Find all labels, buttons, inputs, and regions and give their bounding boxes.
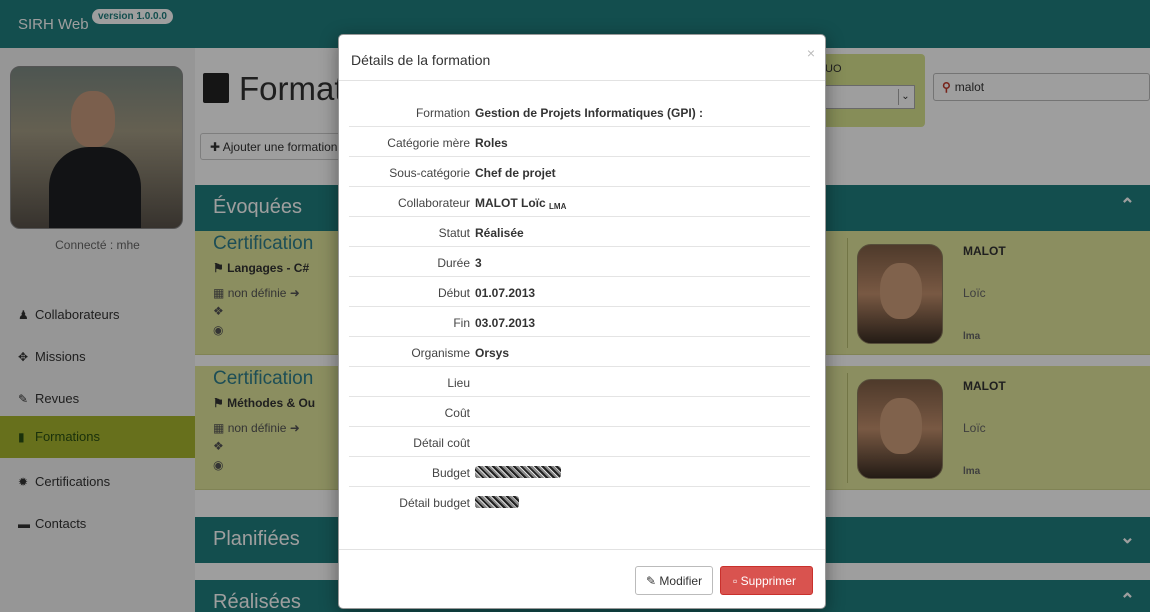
detail-label: Coût [444, 406, 470, 420]
redacted-value [475, 496, 519, 508]
detail-label: Détail budget [399, 496, 470, 510]
detail-row-detail-budget: Détail budget [349, 487, 810, 517]
modal-title: Détails de la formation [351, 52, 491, 68]
detail-row-organisme: Organisme Orsys [349, 337, 810, 367]
detail-value: Réalisée [475, 226, 524, 240]
detail-label: Début [437, 286, 470, 300]
detail-label: Sous-catégorie [389, 166, 470, 180]
detail-row-sous-categorie: Sous-catégorie Chef de projet [349, 157, 810, 187]
detail-label: Catégorie mère [387, 136, 470, 150]
detail-value: 01.07.2013 [475, 286, 536, 300]
collaborator-tag: LMA [549, 202, 567, 211]
detail-row-duree: Durée 3 [349, 247, 810, 277]
delete-button[interactable]: ▫ Supprimer [720, 566, 813, 595]
collaborator-fullname: MALOT Loïc [475, 196, 546, 210]
detail-value: Gestion de Projets Informatiques (GPI) : [475, 106, 704, 120]
detail-value: MALOT Loïc LMA [475, 196, 566, 211]
detail-value: Chef de projet [475, 166, 556, 180]
trash-icon: ▫ [733, 574, 738, 588]
detail-row-fin: Fin 03.07.2013 [349, 307, 810, 337]
detail-row-debut: Début 01.07.2013 [349, 277, 810, 307]
detail-label: Détail coût [413, 436, 470, 450]
detail-row-statut: Statut Réalisée [349, 217, 810, 247]
detail-value: Orsys [475, 346, 510, 360]
detail-row-collaborateur: Collaborateur MALOT Loïc LMA [349, 187, 810, 217]
detail-row-cout: Coût [349, 397, 810, 427]
formation-details-modal: Détails de la formation × Formation Gest… [338, 34, 826, 609]
detail-row-categorie-mere: Catégorie mère Roles [349, 127, 810, 157]
detail-value: Roles [475, 136, 508, 150]
detail-label: Budget [431, 466, 470, 480]
detail-label: Organisme [411, 346, 470, 360]
detail-label: Formation [415, 106, 470, 120]
modify-button[interactable]: ✎ Modifier [635, 566, 713, 595]
detail-value: 03.07.2013 [475, 316, 536, 330]
detail-row-budget: Budget [349, 457, 810, 487]
detail-label: Collaborateur [397, 196, 470, 210]
detail-value: 3 [475, 256, 482, 270]
close-icon[interactable]: × [807, 45, 815, 61]
detail-label: Durée [437, 256, 470, 270]
detail-row-detail-cout: Détail coût [349, 427, 810, 457]
detail-label: Statut [438, 226, 470, 240]
detail-label: Lieu [447, 376, 470, 390]
redacted-value [475, 466, 561, 478]
detail-row-formation: Formation Gestion de Projets Informatiqu… [349, 97, 810, 127]
detail-row-lieu: Lieu [349, 367, 810, 397]
delete-label: Supprimer [740, 574, 796, 588]
modal-footer: ✎ Modifier ▫ Supprimer [339, 549, 825, 608]
detail-label: Fin [453, 316, 470, 330]
modal-header: Détails de la formation × [339, 35, 825, 81]
modify-label: Modifier [659, 574, 703, 588]
edit-icon: ✎ [646, 574, 657, 588]
